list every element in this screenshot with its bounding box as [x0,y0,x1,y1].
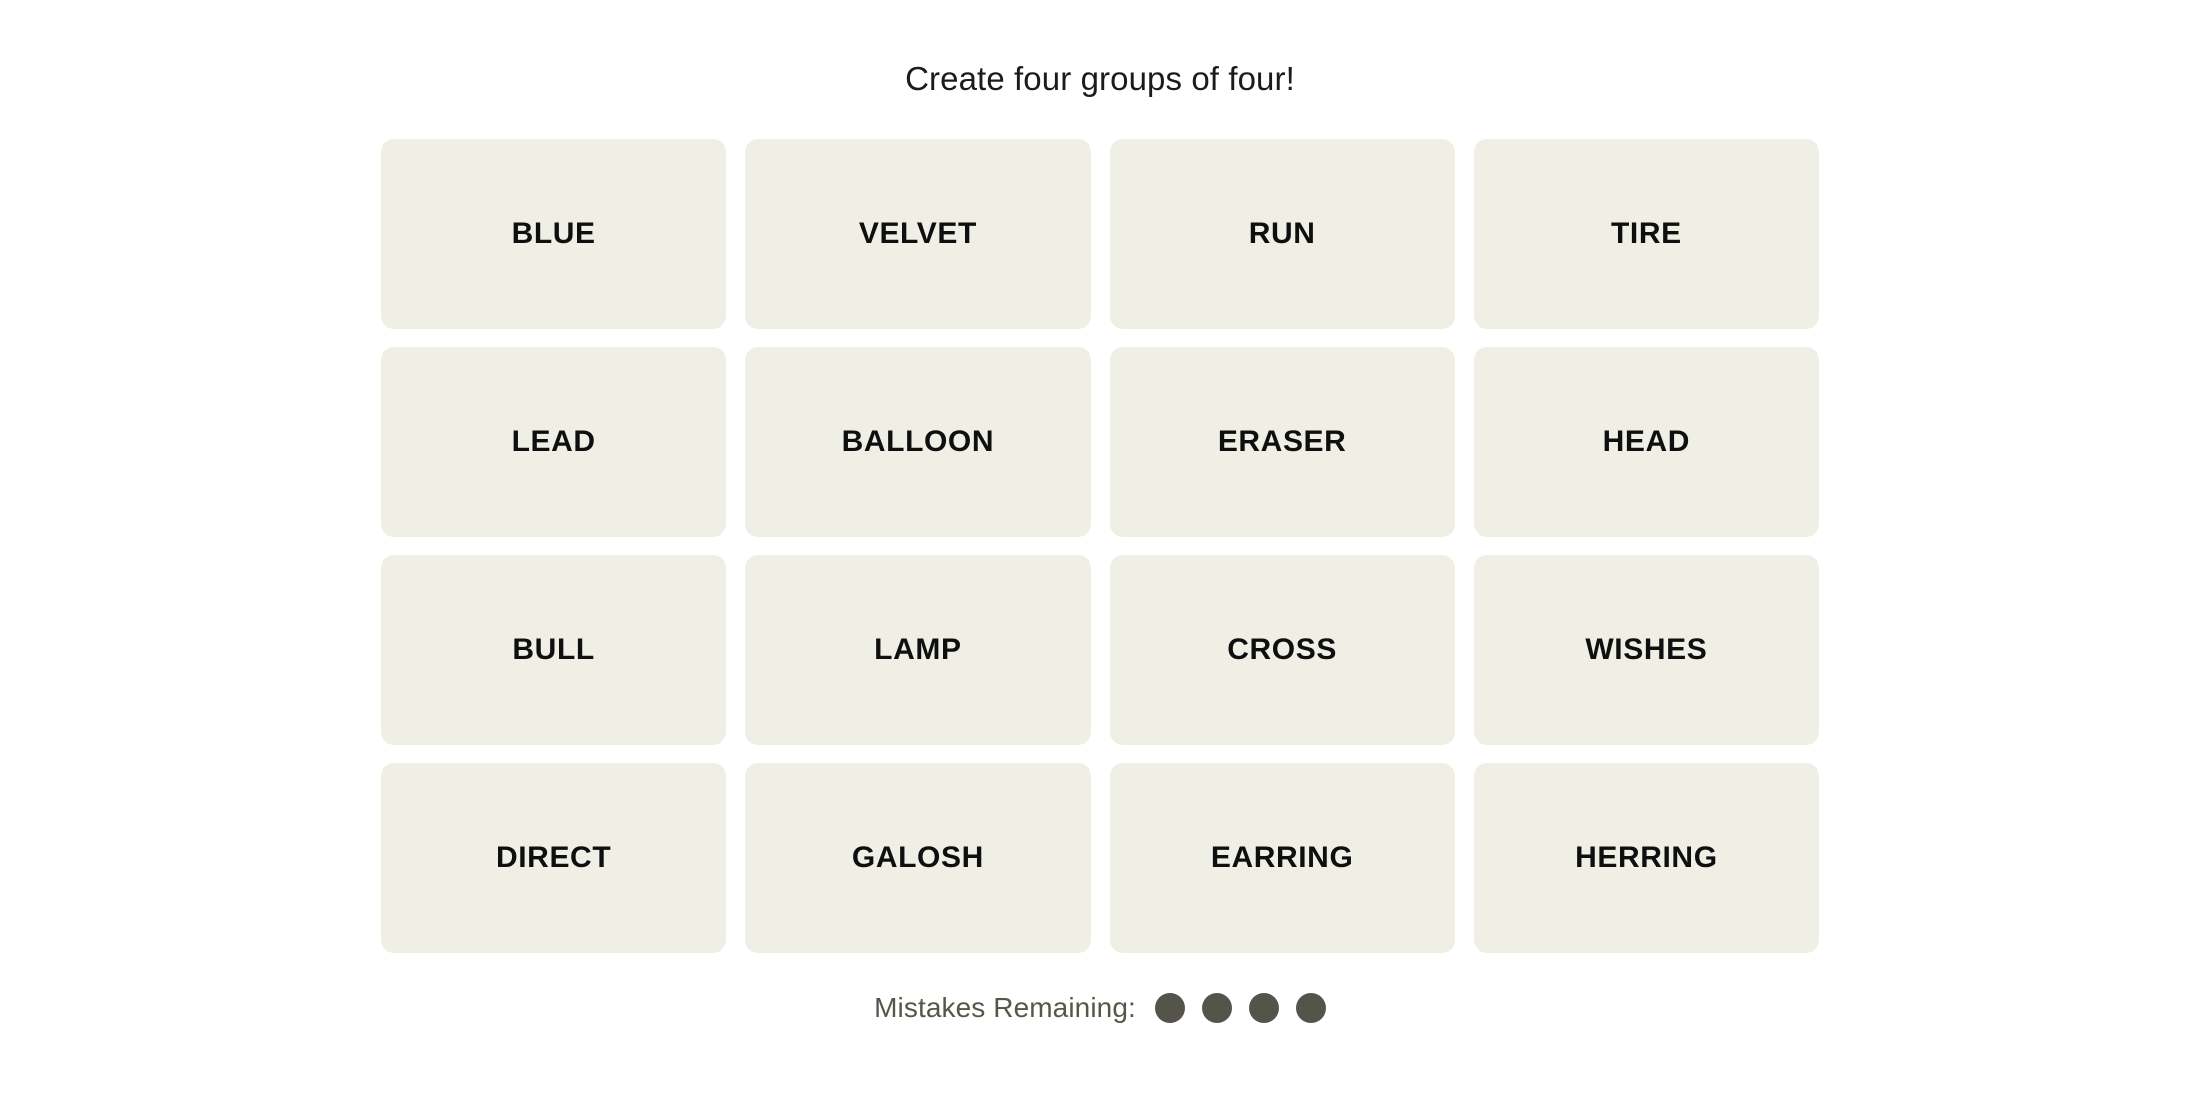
word-tile[interactable]: HERRING [1473,763,1819,953]
word-tile[interactable]: HEAD [1473,347,1819,537]
word-tile[interactable]: RUN [1109,139,1455,329]
mistake-dot-icon [1154,993,1185,1023]
word-tile[interactable]: BULL [381,555,727,745]
word-tile[interactable]: LAMP [745,555,1091,745]
word-tile[interactable]: DIRECT [381,763,727,953]
mistakes-remaining-row: Mistakes Remaining: [874,993,1326,1023]
word-tile-label: HERRING [1575,841,1718,874]
mistake-dot-icon [1295,993,1326,1023]
mistake-dot-icon [1201,993,1232,1023]
word-tile-label: WISHES [1585,633,1708,666]
word-tile-label: CROSS [1227,633,1337,666]
word-tile[interactable]: ERASER [1109,347,1455,537]
word-tile-grid: BLUE VELVET RUN TIRE LEAD BALLOON ERASER… [381,139,1819,953]
mistakes-remaining-label: Mistakes Remaining: [874,992,1136,1023]
word-tile-label: LEAD [511,425,596,458]
word-tile-label: BULL [512,633,595,666]
mistake-dot-icon [1248,993,1279,1023]
word-tile[interactable]: CROSS [1109,555,1455,745]
word-tile-label: BALLOON [841,425,995,458]
page-title: Create four groups of four! [905,60,1295,97]
word-tile-label: ERASER [1217,425,1347,458]
word-tile-label: TIRE [1611,217,1682,250]
word-tile[interactable]: EARRING [1109,763,1455,953]
word-tile[interactable]: VELVET [745,139,1091,329]
word-tile-label: EARRING [1210,841,1354,874]
word-tile[interactable]: BLUE [381,139,727,329]
word-tile[interactable]: GALOSH [745,763,1091,953]
word-tile-label: BLUE [511,217,596,250]
mistake-dots-group [1154,993,1326,1023]
word-tile-label: VELVET [858,217,977,250]
word-tile[interactable]: BALLOON [745,347,1091,537]
word-tile[interactable]: TIRE [1473,139,1819,329]
word-tile[interactable]: LEAD [381,347,727,537]
word-tile-label: HEAD [1602,425,1691,458]
word-tile[interactable]: WISHES [1473,555,1819,745]
connections-game-board: Create four groups of four! BLUE VELVET … [0,0,2200,1100]
word-tile-label: DIRECT [495,841,612,874]
word-tile-label: GALOSH [851,841,984,874]
word-tile-label: LAMP [874,633,962,666]
word-tile-label: RUN [1248,217,1316,250]
